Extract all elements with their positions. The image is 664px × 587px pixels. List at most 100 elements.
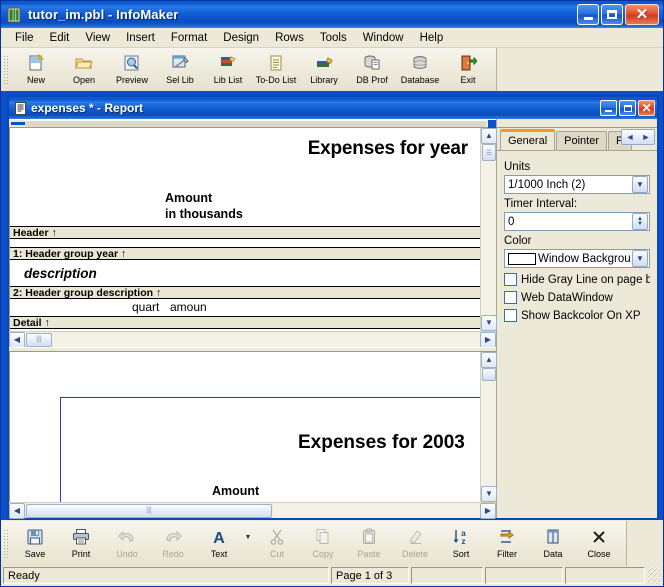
- toolbar-button-library[interactable]: Library: [300, 50, 348, 90]
- band-detail[interactable]: Detail ↑: [10, 316, 480, 329]
- band-header-group-description[interactable]: 2: Header group description ↑: [10, 286, 480, 299]
- painter-label: Cut: [269, 548, 284, 559]
- preview-hscroll-track[interactable]: [273, 503, 480, 518]
- preview-scroll-up-arrow[interactable]: ▲: [481, 352, 497, 368]
- checkbox-box[interactable]: [504, 309, 517, 322]
- toolbar-button-sel-lib[interactable]: Sel Lib: [156, 50, 204, 90]
- preview-scroll-down-arrow[interactable]: ▼: [481, 486, 497, 502]
- powerbar-grip[interactable]: [3, 54, 9, 85]
- toolbar-button-todo-list[interactable]: To-Do List: [252, 50, 300, 90]
- painter-label: Save: [24, 548, 46, 559]
- resize-grip[interactable]: [647, 567, 661, 584]
- toolbar-label: Library: [310, 74, 338, 85]
- color-dropdown[interactable]: Window Backgrou ▼: [504, 249, 650, 268]
- design-vertical-scrollbar[interactable]: ▲ ☰ ▼: [480, 128, 497, 331]
- preview-vscroll-track[interactable]: [481, 381, 496, 486]
- checkbox-web-datawindow[interactable]: Web DataWindow: [504, 291, 650, 304]
- units-dropdown[interactable]: 1/1000 Inch (2) ▼: [504, 175, 650, 194]
- amount-field[interactable]: amoun: [170, 300, 207, 314]
- report-title-text[interactable]: Expenses for year: [308, 138, 469, 160]
- design-horizontal-scrollbar[interactable]: ◀ ||| ▶: [9, 331, 496, 348]
- menu-item-format[interactable]: Format: [163, 29, 215, 47]
- preview-horizontal-scrollbar[interactable]: ◀ ||| ▶: [9, 502, 496, 519]
- text-a-icon: A: [210, 527, 228, 547]
- hscroll-thumb[interactable]: |||: [26, 332, 52, 347]
- scroll-right-arrow[interactable]: ▶: [480, 331, 496, 348]
- painter-button-filter[interactable]: Filter: [484, 523, 530, 565]
- preview-hscroll-thumb[interactable]: |||: [26, 503, 272, 518]
- child-maximize-button[interactable]: [619, 100, 636, 116]
- chevron-down-icon[interactable]: ▼: [632, 176, 648, 193]
- painterbar: Save Print Undo Redo A Text ▼ Cut Copy P…: [1, 521, 627, 566]
- toolbar-button-preview[interactable]: Preview: [108, 50, 156, 90]
- toolbar-button-db-prof[interactable]: DB Prof: [348, 50, 396, 90]
- tab-scroll-left-icon[interactable]: ◄: [626, 132, 635, 142]
- toolbar-button-new[interactable]: New: [12, 50, 60, 90]
- status-page-indicator: Page 1 of 3: [331, 567, 409, 584]
- preview-scroll-right-arrow[interactable]: ▶: [480, 502, 496, 519]
- menu-item-edit[interactable]: Edit: [42, 29, 78, 47]
- timer-interval-spinner[interactable]: 0 ▲ ▼: [504, 212, 650, 231]
- scroll-up-arrow[interactable]: ▲: [481, 128, 497, 144]
- child-title-bar: expenses * - Report ✕: [9, 97, 657, 119]
- vscroll-track[interactable]: [481, 161, 496, 315]
- band-header-group-year[interactable]: 1: Header group year ↑: [10, 247, 480, 260]
- painter-button-text[interactable]: A Text: [196, 523, 242, 565]
- toolbar-button-database[interactable]: Database: [396, 50, 444, 90]
- hscroll-track[interactable]: [53, 332, 480, 347]
- vscroll-thumb[interactable]: ☰: [482, 144, 496, 161]
- scroll-left-arrow[interactable]: ◀: [9, 331, 25, 348]
- toolbar-button-exit[interactable]: Exit: [444, 50, 492, 90]
- tab-general[interactable]: General: [500, 129, 556, 150]
- text-dropdown-arrow-icon[interactable]: ▼: [242, 523, 254, 565]
- painter-button-save[interactable]: Save: [12, 523, 58, 565]
- painterbar-grip[interactable]: [3, 528, 9, 559]
- toolbar-button-lib-list[interactable]: Lib List: [204, 50, 252, 90]
- application-window: tutor_im.pbl - InfoMaker ✕ File Edit Vie…: [0, 0, 664, 587]
- description-field[interactable]: description: [24, 266, 97, 281]
- menu-item-view[interactable]: View: [77, 29, 118, 47]
- toolbar-label: Sel Lib: [166, 74, 194, 85]
- painter-button-paste: Paste: [346, 523, 392, 565]
- painter-label: Copy: [312, 548, 334, 559]
- preview-vscroll-thumb[interactable]: [482, 368, 496, 381]
- scroll-down-arrow[interactable]: ▼: [481, 315, 497, 331]
- painter-button-print[interactable]: Print: [58, 523, 104, 565]
- tab-pointer[interactable]: Pointer: [556, 131, 607, 150]
- preview-vertical-scrollbar[interactable]: ▲ ▼: [480, 352, 497, 502]
- menu-item-design[interactable]: Design: [215, 29, 267, 47]
- child-close-button[interactable]: ✕: [638, 100, 655, 116]
- close-button[interactable]: ✕: [625, 4, 659, 25]
- general-tab-page: Units 1/1000 Inch (2) ▼ Timer Interval: …: [497, 150, 657, 518]
- painter-label: Paste: [357, 548, 381, 559]
- maximize-button[interactable]: [601, 4, 623, 25]
- checkbox-show-backcolor-on-xp[interactable]: Show Backcolor On XP: [504, 309, 650, 322]
- painter-button-close[interactable]: Close: [576, 523, 622, 565]
- menu-item-window[interactable]: Window: [355, 29, 412, 47]
- minimize-button[interactable]: [577, 4, 599, 25]
- painter-button-sort[interactable]: a z Sort: [438, 523, 484, 565]
- amount-header-text[interactable]: Amount in thousands: [165, 190, 243, 222]
- painter-button-data[interactable]: Data: [530, 523, 576, 565]
- copy-pages-icon: [314, 527, 332, 547]
- design-canvas[interactable]: Expenses for year Amount in thousands He…: [9, 128, 480, 331]
- menu-item-help[interactable]: Help: [412, 29, 452, 47]
- checkbox-box[interactable]: [504, 273, 517, 286]
- spinner-up-down-icon[interactable]: ▲ ▼: [632, 213, 648, 230]
- painter-button-copy: Copy: [300, 523, 346, 565]
- tab-scroll-right-icon[interactable]: ►: [642, 132, 651, 142]
- checkbox-hide-gray-line[interactable]: Hide Gray Line on page b: [504, 273, 650, 286]
- quarter-field[interactable]: quart: [132, 300, 159, 314]
- band-header[interactable]: Header ↑: [10, 226, 480, 239]
- tab-scroll-buttons[interactable]: ◄ ►: [621, 129, 655, 145]
- chevron-down-icon[interactable]: ▼: [632, 250, 648, 267]
- checkbox-box[interactable]: [504, 291, 517, 304]
- menu-item-rows[interactable]: Rows: [267, 29, 312, 47]
- menu-item-tools[interactable]: Tools: [312, 29, 355, 47]
- preview-scroll-left-arrow[interactable]: ◀: [9, 502, 25, 519]
- child-minimize-button[interactable]: [600, 100, 617, 116]
- menu-item-file[interactable]: File: [7, 29, 42, 47]
- menu-item-insert[interactable]: Insert: [118, 29, 163, 47]
- toolbar-button-open[interactable]: Open: [60, 50, 108, 90]
- preview-canvas[interactable]: Expenses for 2003 Amount: [9, 352, 480, 502]
